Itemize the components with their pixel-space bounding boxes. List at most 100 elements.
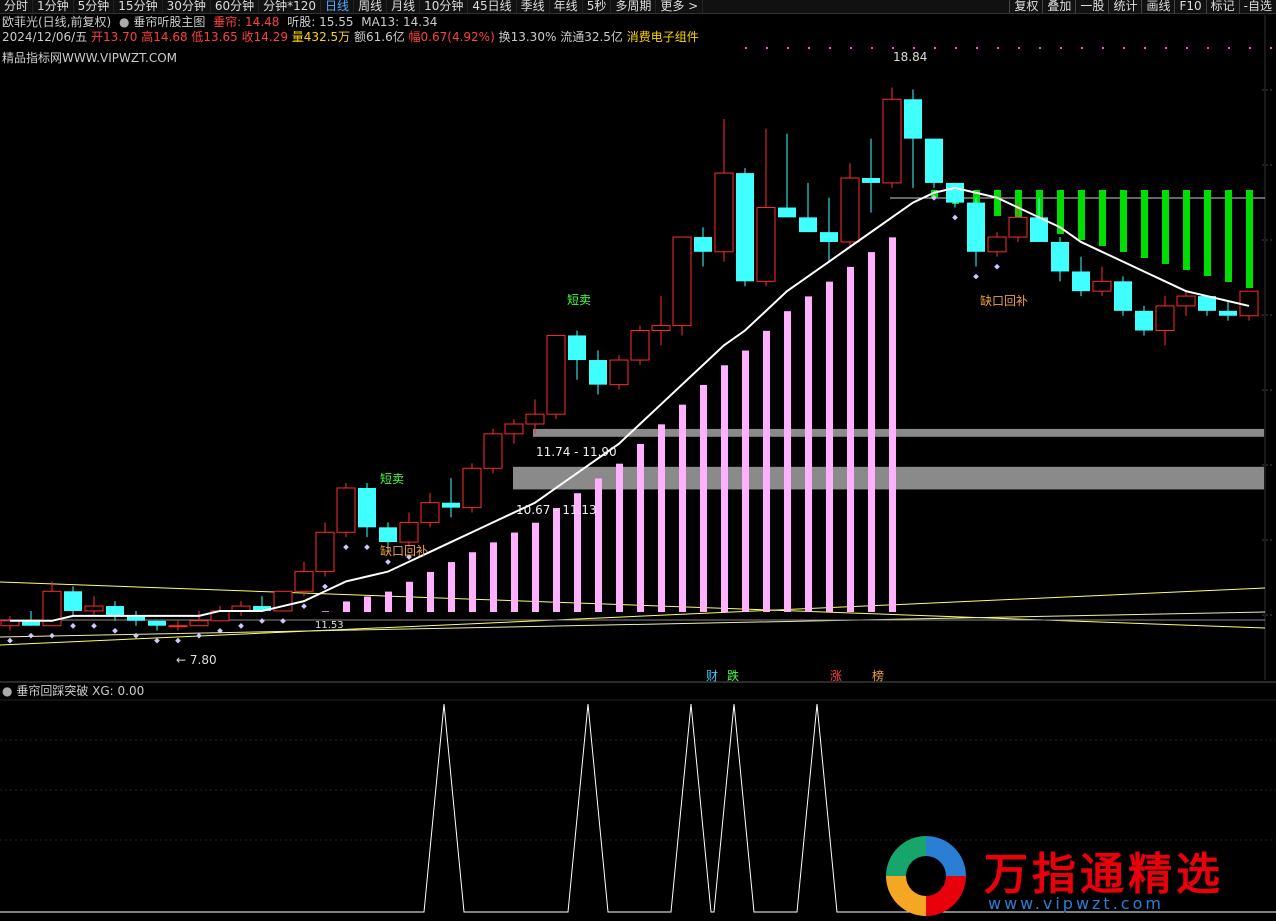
top-marker: [787, 47, 789, 49]
candle-body: [148, 620, 166, 626]
signal-dot: [994, 263, 1000, 270]
top-marker: [976, 47, 978, 49]
candle-body: [609, 359, 629, 386]
green-bar: [1162, 190, 1169, 264]
trend-lines: [0, 197, 1266, 646]
signal-dot: [28, 632, 34, 639]
top-marker: [1018, 47, 1020, 49]
candle-body: [568, 335, 586, 361]
pink-bar: [364, 596, 371, 612]
pink-bar: [637, 444, 644, 612]
top-marker: [1249, 47, 1251, 49]
candle-body: [882, 98, 902, 184]
kline-chart[interactable]: 18.84← 7.8011.74 - 11.9010.67 - 11.13短卖短…: [0, 0, 1276, 918]
top-marker: [913, 47, 915, 49]
pink-bar: [448, 562, 455, 612]
logo-url: www.vipwzt.com: [988, 894, 1164, 913]
top-marker: [1102, 47, 1104, 49]
candle-body: [1155, 305, 1175, 332]
mini-label: 11.53: [315, 620, 344, 631]
logo-emblem-icon: [886, 836, 966, 916]
gap-fill-label: 缺口回补: [380, 543, 428, 558]
candle-body: [336, 487, 356, 533]
top-marker: [850, 47, 852, 49]
signal-dot: [238, 623, 244, 629]
event-badge: 涨: [830, 668, 842, 683]
candle-body: [1114, 281, 1132, 311]
candle-body: [904, 99, 922, 139]
green-bar: [1246, 190, 1253, 288]
top-marker: [1123, 47, 1125, 49]
pink-bar: [406, 581, 413, 612]
candle-body: [546, 334, 566, 415]
top-marker: [1186, 47, 1188, 49]
green-bar: [1141, 190, 1148, 258]
candle-body: [84, 605, 104, 612]
pink-bar: [532, 522, 539, 612]
pink-bar: [700, 384, 707, 612]
signal-dot: [280, 618, 286, 624]
pink-bar: [805, 296, 812, 612]
logo-text: 万指通精选: [984, 849, 1224, 900]
signal-dot: [196, 632, 202, 639]
candle-body: [672, 236, 692, 327]
candle-body: [946, 182, 964, 203]
pink-bar: [469, 552, 476, 612]
top-marker: [1081, 47, 1083, 49]
top-marker: [1270, 47, 1272, 49]
candle-body: [1219, 310, 1237, 316]
candle-body: [420, 502, 440, 523]
green-bar: [1078, 190, 1085, 240]
candle-body: [967, 202, 985, 252]
green-bar: [1225, 190, 1232, 282]
candle-body: [1092, 280, 1112, 292]
candle-body: [399, 521, 419, 543]
sub-collapse-icon[interactable]: ●: [2, 684, 12, 698]
pink-bar: [595, 478, 602, 612]
zone-band: [533, 428, 1264, 437]
pink-bar: [763, 330, 770, 612]
candle-body: [64, 591, 82, 611]
candle-body: [1051, 241, 1069, 272]
top-marker: [745, 47, 747, 49]
zone-band: [513, 466, 1264, 490]
zone1-label: 11.74 - 11.90: [536, 445, 617, 459]
sub-panel-header: ● 垂帘回踩突破 XG: 0.00: [2, 684, 144, 699]
top-marker: [934, 47, 936, 49]
candle-body: [820, 232, 838, 242]
sub-panel-value: XG: 0.00: [92, 684, 145, 698]
signal-dot: [364, 544, 370, 550]
candle-body: [189, 620, 209, 627]
signal-dot: [385, 559, 391, 565]
pink-bar: [847, 266, 854, 612]
pink-bar: [322, 611, 329, 612]
candle-body: [862, 178, 880, 183]
candle-body: [925, 138, 943, 183]
candle-body: [483, 433, 503, 469]
signal-dot: [49, 632, 55, 639]
signal-dot: [175, 637, 181, 644]
top-marker: [955, 47, 957, 49]
signal-dot: [7, 637, 13, 644]
top-marker: [1144, 47, 1146, 49]
candle-body: [315, 531, 335, 573]
pink-bar: [490, 542, 497, 612]
event-badge: 跌: [727, 668, 739, 683]
signal-dot: [70, 623, 76, 629]
gap-fill-label: 缺口回补: [980, 293, 1028, 308]
signal-dot: [259, 618, 265, 624]
top-marker: [997, 47, 999, 49]
pink-bar: [385, 591, 392, 612]
pink-bar: [868, 252, 875, 612]
pink-bar: [427, 571, 434, 612]
candle-body: [1008, 216, 1028, 238]
top-marker: [892, 47, 894, 49]
candle-body: [442, 502, 460, 508]
candle-body: [630, 330, 650, 361]
top-marker: [766, 47, 768, 49]
sub-panel-title[interactable]: 垂帘回踩突破: [16, 684, 88, 698]
pink-bar: [742, 350, 749, 612]
signal-dot: [973, 273, 979, 280]
candle-body: [694, 237, 712, 252]
candle-body: [1072, 271, 1090, 292]
